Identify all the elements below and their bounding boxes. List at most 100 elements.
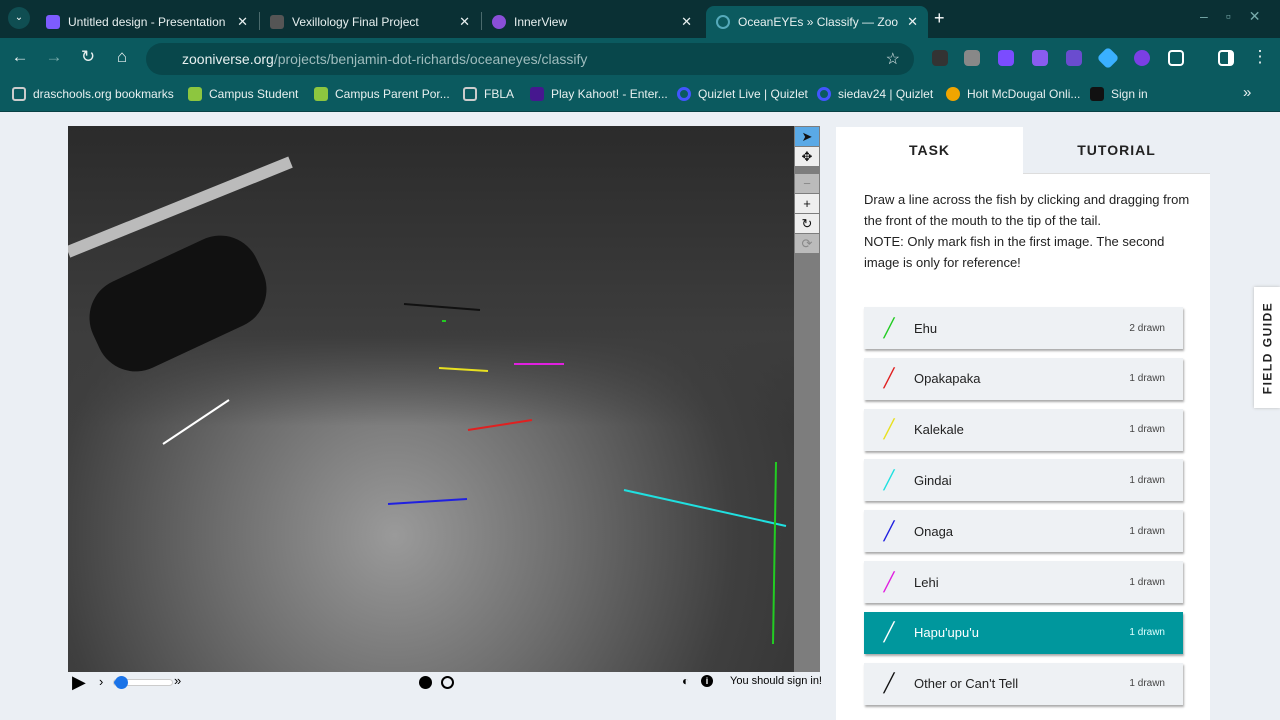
more-bookmarks-icon[interactable]: » [1243,84,1251,101]
option-label: Onaga [914,523,954,539]
mark-opakapaka[interactable] [467,419,533,431]
line-tool-icon: ╱ [883,571,895,592]
back-icon[interactable]: ← [8,47,32,67]
option-label: Gindai [914,472,952,488]
tool-option-lehi[interactable]: ╱ Lehi 1 drawn [864,561,1183,603]
extension-icon[interactable] [1096,46,1120,70]
line-tool-icon: ╱ [883,520,895,541]
bookmark-label: Campus Parent Por... [335,87,450,101]
speed-slider[interactable] [113,676,173,689]
bookmark-item[interactable]: Holt McDougal Onli... [946,87,1080,101]
mark-kalekale[interactable] [438,367,489,372]
zooniverse-icon [716,15,730,29]
bookmark-label: siedav24 | Quizlet [838,87,934,101]
tool-option-gindai[interactable]: ╱ Gindai 1 drawn [864,459,1183,502]
line-tool-icon: ╱ [883,469,895,490]
close-tab-icon[interactable]: ✕ [681,14,692,30]
extensions-puzzle-icon[interactable] [1168,50,1184,66]
extension-icon[interactable] [932,50,948,66]
tool-option-onaga[interactable]: ╱ Onaga 1 drawn [864,510,1183,553]
close-tab-icon[interactable]: ✕ [459,14,470,30]
play-icon[interactable]: ▶ [72,672,86,693]
frame-2-dot[interactable] [441,676,454,689]
option-label: Lehi [914,574,939,590]
tab-tutorial[interactable]: TUTORIAL [1023,127,1210,174]
bookmark-item[interactable]: Campus Parent Por... [314,87,450,101]
field-guide-button[interactable]: FIELD GUIDE [1254,287,1280,408]
extension-icon[interactable] [1066,50,1082,66]
tab-vexillology[interactable]: Vexillology Final Project ✕ [260,6,480,38]
tab-innerview[interactable]: InnerView ✕ [482,6,702,38]
zoom-in-icon[interactable]: + [795,194,819,213]
bookmark-item[interactable]: Play Kahoot! - Enter... [530,87,668,101]
extension-icon[interactable] [1032,50,1048,66]
close-tab-icon[interactable]: ✕ [907,14,918,30]
mark-gindai[interactable] [623,489,787,527]
info-icon[interactable]: i [701,675,713,687]
image-toolbar: ➤ ✥ − + ↻ ⟳ [794,126,820,672]
url-path: /projects/benjamin-dot-richards/oceaneye… [273,51,588,67]
mark-onaga[interactable] [387,498,468,505]
bookmark-item[interactable]: Campus Student [188,87,298,101]
tab-title: OceanEYEs » Classify — Zooni [738,15,898,29]
new-tab-button[interactable]: + [934,8,945,29]
extension-icon[interactable] [1134,50,1150,66]
innerview-icon [492,15,506,29]
tab-search-button[interactable]: ⌄ [8,7,30,29]
option-label: Kalekale [914,422,964,438]
mark-ehu-3[interactable] [772,461,777,645]
tab-task[interactable]: TASK [836,127,1023,174]
quizlet-icon [817,87,831,101]
tab-untitled-design[interactable]: Untitled design - Presentation ✕ [36,6,258,38]
tab-oceaneyes[interactable]: OceanEYEs » Classify — Zooni ✕ [706,6,928,38]
line-tool-icon: ╱ [883,622,895,643]
bookmark-item[interactable]: FBLA [463,87,514,101]
field-guide-label: FIELD GUIDE [1260,301,1275,394]
home-icon[interactable]: ⌂ [110,47,134,67]
bookmark-item[interactable]: Quizlet Live | Quizlet [677,87,808,101]
move-tool-icon[interactable]: ✥ [795,147,819,166]
close-tab-icon[interactable]: ✕ [237,14,248,30]
subject-image[interactable] [68,126,794,672]
viewer-controls: ▶ › » ◐ i You should sign in! [68,672,822,694]
line-tool-icon: ╱ [883,317,895,338]
tool-option-kalekale[interactable]: ╱ Kalekale 1 drawn [864,408,1183,451]
faster-icon[interactable]: » [174,673,181,688]
side-panel-icon[interactable] [1218,50,1234,66]
pointer-tool-icon[interactable]: ➤ [795,127,819,146]
slower-icon[interactable]: › [99,674,103,689]
drawn-count: 1 drawn [1129,474,1165,486]
forward-icon[interactable]: → [42,47,66,67]
bookmark-item[interactable]: Sign in [1090,87,1148,101]
bookmark-item[interactable]: siedav24 | Quizlet [817,87,933,101]
bookmark-star-icon[interactable]: ☆ [886,49,900,69]
mark-ehu[interactable] [403,303,481,311]
extension-icon[interactable] [964,50,980,66]
tool-option-ehu[interactable]: ╱ Ehu 2 drawn [864,307,1183,349]
tool-option-opakapaka[interactable]: ╱ Opakapaka 1 drawn [864,357,1183,400]
rotate-icon[interactable]: ↻ [795,214,819,233]
campus-icon [314,87,328,101]
invert-icon[interactable]: ◐ [682,674,689,688]
menu-icon[interactable]: ⋮ [1248,47,1272,67]
extension-icon[interactable] [998,50,1014,66]
drawn-count: 2 drawn [1129,322,1165,334]
task-instructions: Draw a line across the fish by clicking … [864,189,1194,273]
window-controls[interactable]: –▫✕ [1200,8,1278,25]
tool-option-hapu-upu-u[interactable]: ╱ Hapu'upu'u 1 drawn [864,611,1183,654]
zoom-out-icon[interactable]: − [795,174,819,193]
bookmark-item[interactable]: draschools.org bookmarks [12,87,174,101]
url-host: zooniverse.org [182,51,274,67]
campus-icon [188,87,202,101]
tab-title: InnerView [514,15,568,29]
reload-icon[interactable]: ↻ [76,47,100,67]
mark-hapuupuu[interactable] [162,399,230,445]
address-bar[interactable]: zooniverse.org/projects/benjamin-dot-ric… [146,43,914,75]
annotation-layer [162,303,787,645]
line-tool-icon: ╱ [883,419,895,440]
reset-icon[interactable]: ⟳ [795,234,819,253]
frame-1-dot[interactable] [419,676,432,689]
drawn-count: 1 drawn [1129,576,1165,588]
tool-option-other-or-can-t-tell[interactable]: ╱ Other or Can't Tell 1 drawn [864,662,1183,705]
kahoot-icon [530,87,544,101]
